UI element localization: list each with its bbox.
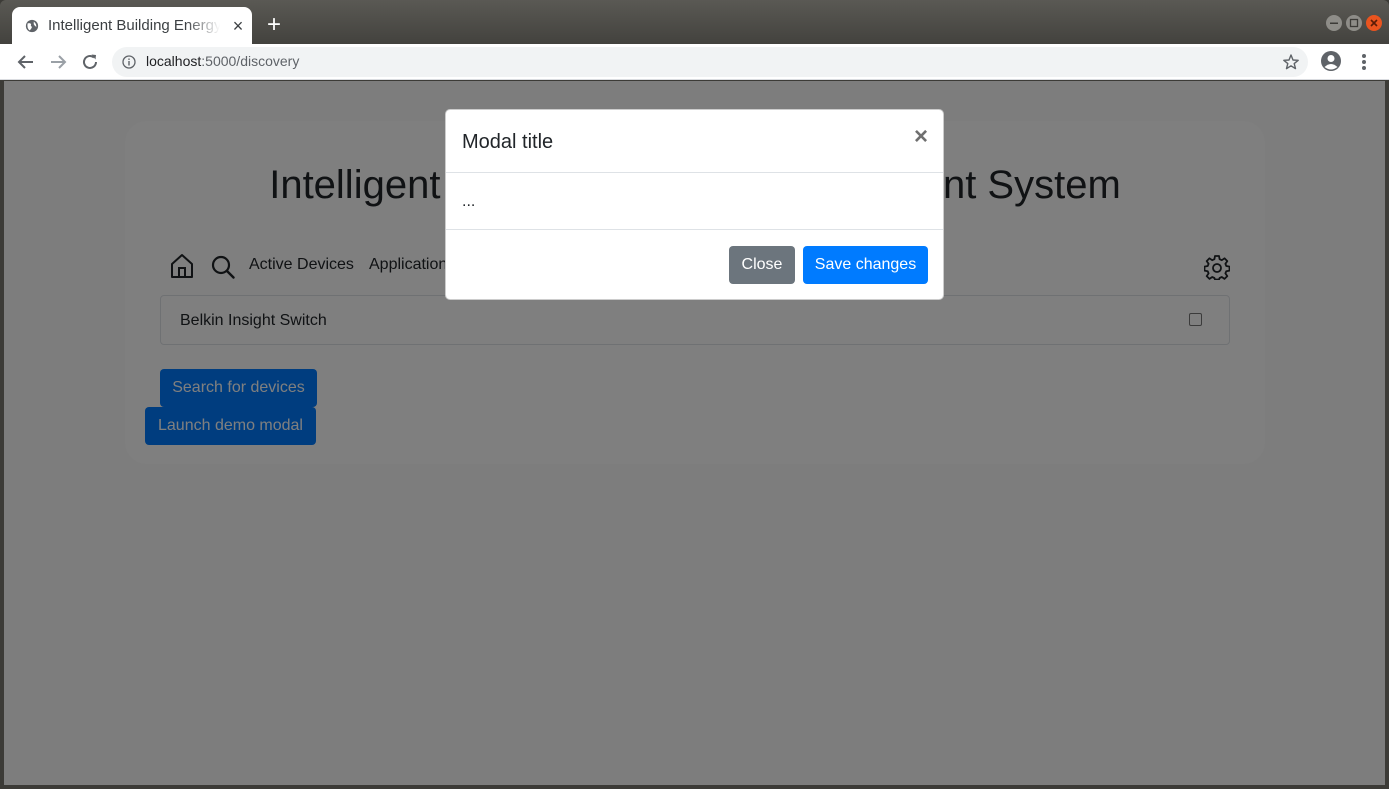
tab-title: Intelligent Building Energy Management S… [48, 17, 220, 34]
maximize-icon [1349, 18, 1359, 28]
browser-tab[interactable]: Intelligent Building Energy Management S… [12, 7, 252, 45]
modal-body-text: ... [462, 193, 476, 210]
browser-toolbar: localhost:5000/discovery [0, 44, 1389, 80]
browser-titlebar: Intelligent Building Energy Management S… [0, 0, 1389, 45]
url-path: :5000/discovery [201, 53, 300, 69]
modal-dialog: Modal title × ... Close Save changes [445, 109, 944, 300]
info-icon[interactable] [122, 55, 136, 69]
window-maximize-button[interactable] [1346, 15, 1362, 31]
close-button[interactable]: Close [729, 246, 795, 284]
close-icon [1370, 19, 1378, 27]
back-arrow-icon[interactable] [15, 51, 37, 73]
window-minimize-button[interactable] [1326, 15, 1342, 31]
globe-icon [25, 19, 39, 33]
new-tab-button[interactable]: + [263, 13, 285, 37]
modal-title: Modal title [462, 131, 554, 153]
address-bar[interactable]: localhost:5000/discovery [112, 47, 1308, 77]
kebab-menu-icon[interactable] [1355, 51, 1373, 73]
tab-close-icon[interactable]: × [230, 17, 246, 35]
bookmark-star-icon[interactable] [1282, 53, 1300, 71]
modal-close-icon[interactable]: × [912, 125, 930, 149]
url-text: localhost:5000/discovery [146, 53, 299, 69]
forward-arrow-icon[interactable] [47, 51, 69, 73]
window-close-button[interactable] [1366, 15, 1382, 31]
profile-avatar-icon[interactable] [1320, 50, 1342, 72]
modal-header: Modal title × [446, 110, 943, 173]
reload-icon[interactable] [79, 51, 101, 73]
minimize-icon [1330, 22, 1338, 24]
save-changes-button[interactable]: Save changes [803, 246, 928, 284]
modal-body: ... [446, 173, 943, 230]
url-host: localhost [146, 53, 202, 69]
page-viewport: Intelligent Building Energy Management S… [4, 81, 1385, 785]
